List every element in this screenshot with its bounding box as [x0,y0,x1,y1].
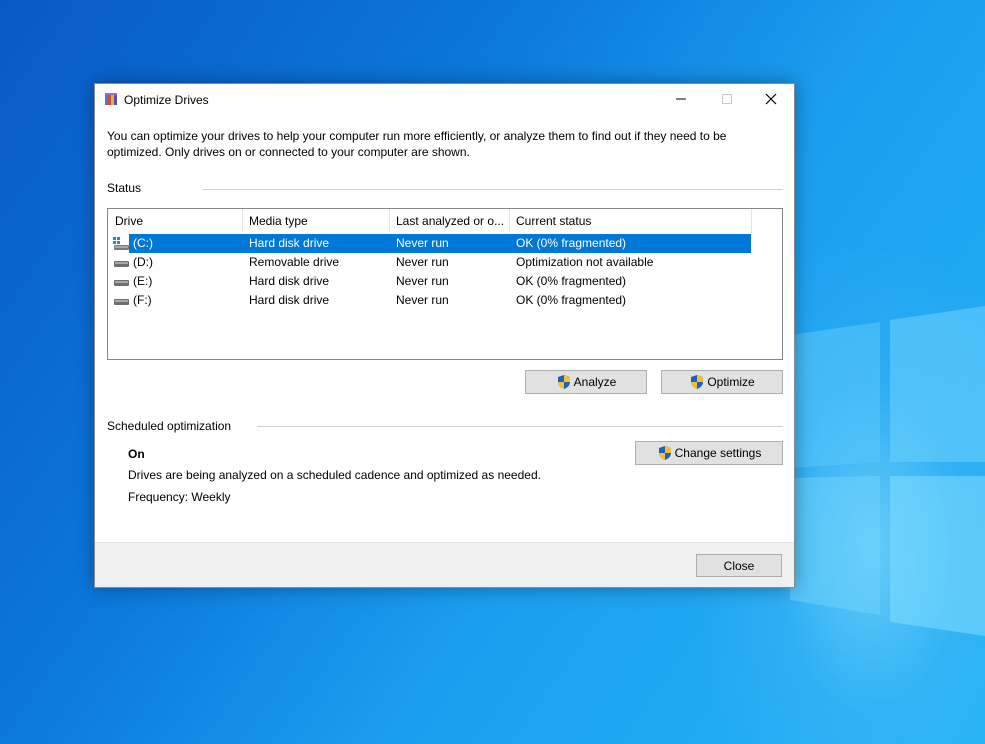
uac-shield-icon [658,446,671,460]
current-status: OK (0% fragmented) [516,236,627,250]
title-bar[interactable]: Optimize Drives [95,84,794,115]
media-type: Removable drive [249,255,340,269]
drives-list[interactable]: Drive Media type Last analyzed or o... C… [107,208,783,360]
drive-row-d[interactable]: (D:) Removable drive Never run Optimizat… [108,253,751,272]
status-section-label: Status [107,181,142,195]
drive-icon [114,299,129,305]
schedule-description: Drives are being analyzed on a scheduled… [128,468,541,482]
analyze-label: Analyze [573,375,617,389]
schedule-state: On [128,447,145,461]
optimize-button[interactable]: Optimize [661,370,783,394]
drive-icon [114,261,129,267]
uac-shield-icon [557,375,570,389]
optimize-label: Optimize [707,375,755,389]
list-header: Drive Media type Last analyzed or o... C… [108,209,782,233]
optimize-drives-window: Optimize Drives You can optimize your dr… [94,83,795,588]
drive-row-c[interactable]: (C:) Hard disk drive Never run OK (0% fr… [108,234,751,253]
last-analyzed: Never run [396,293,449,307]
last-analyzed: Never run [396,274,449,288]
last-analyzed: Never run [396,236,449,250]
window-title: Optimize Drives [124,93,209,107]
scheduled-divider [257,426,783,427]
windows-drive-icon [113,237,129,250]
current-status: OK (0% fragmented) [516,293,627,307]
minimize-icon [676,98,686,100]
drive-icon [114,280,129,286]
drive-name: (D:) [133,255,153,269]
media-type: Hard disk drive [249,236,330,250]
drive-name: (F:) [133,293,152,307]
column-header-current-status[interactable]: Current status [509,209,751,233]
change-settings-button[interactable]: Change settings [635,441,783,465]
drive-row-e[interactable]: (E:) Hard disk drive Never run OK (0% fr… [108,272,751,291]
dialog-footer: Close [95,542,794,587]
column-separator[interactable] [751,209,752,233]
maximize-icon [722,94,732,104]
schedule-frequency: Frequency: Weekly [128,490,231,504]
current-status: OK (0% fragmented) [516,274,627,288]
column-header-media-type[interactable]: Media type [242,209,389,233]
uac-shield-icon [691,375,704,389]
close-window-button[interactable] [748,84,794,114]
defrag-app-icon [105,93,117,105]
current-status: Optimization not available [516,255,654,269]
drive-row-f[interactable]: (F:) Hard disk drive Never run OK (0% fr… [108,291,751,310]
status-divider [203,189,783,190]
column-header-last-analyzed[interactable]: Last analyzed or o... [389,209,509,233]
intro-text: You can optimize your drives to help you… [107,129,727,159]
close-button[interactable]: Close [696,554,782,577]
media-type: Hard disk drive [249,274,330,288]
media-type: Hard disk drive [249,293,330,307]
column-header-drive[interactable]: Drive [108,209,242,233]
drive-name: (C:) [133,236,153,250]
scheduled-section-label: Scheduled optimization [107,419,232,433]
analyze-button[interactable]: Analyze [525,370,647,394]
last-analyzed: Never run [396,255,449,269]
change-settings-label: Change settings [674,446,762,460]
minimize-button[interactable] [658,84,704,114]
maximize-button[interactable] [704,84,750,114]
close-icon [765,93,777,105]
drive-name: (E:) [133,274,153,288]
